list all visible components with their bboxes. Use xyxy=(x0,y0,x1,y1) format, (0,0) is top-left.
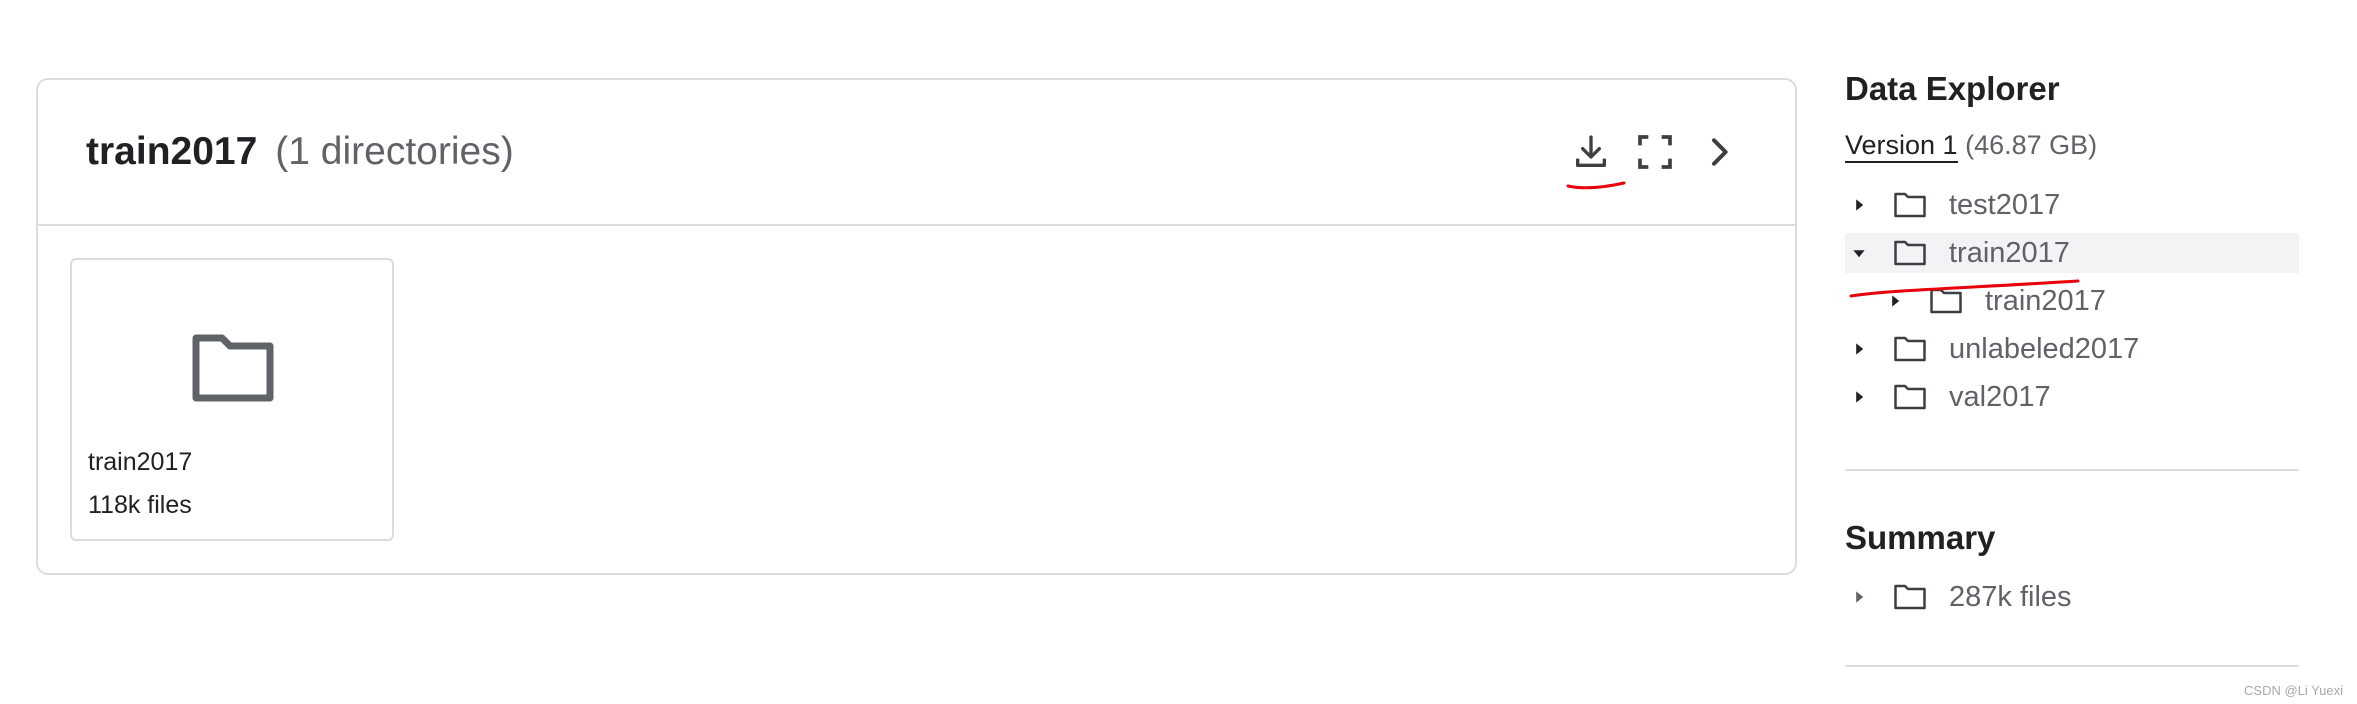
download-icon xyxy=(1576,135,1606,167)
caret-right-icon xyxy=(1892,295,1900,307)
folder-icon xyxy=(1930,288,1962,314)
file-tree: test2017 train2017 train2017 unlabeled20… xyxy=(1845,185,2299,417)
tree-item-val2017[interactable]: val2017 xyxy=(1845,377,2299,417)
panel-actions xyxy=(1553,126,1745,178)
tree-item-label: train2017 xyxy=(1949,236,2070,269)
version-link[interactable]: Version 1 xyxy=(1845,130,1958,163)
folder-card-count: 118k files xyxy=(88,491,192,519)
fullscreen-icon xyxy=(1638,135,1672,169)
summary-title: Summary xyxy=(1845,519,1996,556)
page: train2017 (1 directories) train2017 118k… xyxy=(0,0,2357,704)
version-size: (46.87 GB) xyxy=(1965,130,2098,160)
tree-item-test2017[interactable]: test2017 xyxy=(1845,185,2299,225)
tree-item-label: val2017 xyxy=(1949,380,2051,413)
caret-right-icon xyxy=(1856,391,1864,403)
tree-item-train2017-child[interactable]: train2017 xyxy=(1845,281,2299,321)
folder-card-name: train2017 xyxy=(88,448,193,476)
sidebar-title: Data Explorer xyxy=(1845,70,2060,107)
download-button[interactable] xyxy=(1565,126,1617,178)
caret-down-icon xyxy=(1853,250,1865,258)
tree-item-train2017[interactable]: train2017 xyxy=(1845,233,2299,273)
folder-icon xyxy=(1894,240,1926,266)
chevron-right-icon xyxy=(1712,138,1728,166)
folder-icon xyxy=(1894,584,1926,610)
caret-right-icon xyxy=(1856,343,1864,355)
fullscreen-button[interactable] xyxy=(1629,126,1681,178)
summary-item-label: 287k files xyxy=(1949,580,2072,613)
panel-header: train2017 (1 directories) xyxy=(38,80,1795,226)
panel-body: train2017 118k files xyxy=(38,226,1795,573)
panel-subtitle: (1 directories) xyxy=(275,130,514,173)
folder-icon xyxy=(1894,336,1926,362)
watermark: CSDN @Li Yuexi xyxy=(2244,683,2343,698)
caret-right-icon xyxy=(1856,199,1864,211)
sidebar-divider xyxy=(1845,469,2299,471)
tree-item-label: unlabeled2017 xyxy=(1949,332,2140,365)
folder-icon xyxy=(192,334,274,402)
data-explorer-sidebar: Data Explorer Version 1 (46.87 GB) test2… xyxy=(1845,70,2299,667)
tree-item-unlabeled2017[interactable]: unlabeled2017 xyxy=(1845,329,2299,369)
folder-card[interactable]: train2017 118k files xyxy=(70,258,394,541)
directory-panel: train2017 (1 directories) train2017 118k… xyxy=(36,78,1797,575)
folder-icon xyxy=(1894,384,1926,410)
tree-item-label: test2017 xyxy=(1949,188,2061,221)
tree-item-label: train2017 xyxy=(1985,284,2106,317)
next-button[interactable] xyxy=(1693,126,1745,178)
folder-icon xyxy=(1894,192,1926,218)
caret-right-icon xyxy=(1856,591,1864,603)
version-line: Version 1 (46.87 GB) xyxy=(1845,130,2299,163)
summary-item[interactable]: 287k files xyxy=(1845,577,2299,617)
panel-title: train2017 xyxy=(86,130,258,173)
sidebar-divider-bottom xyxy=(1845,665,2299,667)
